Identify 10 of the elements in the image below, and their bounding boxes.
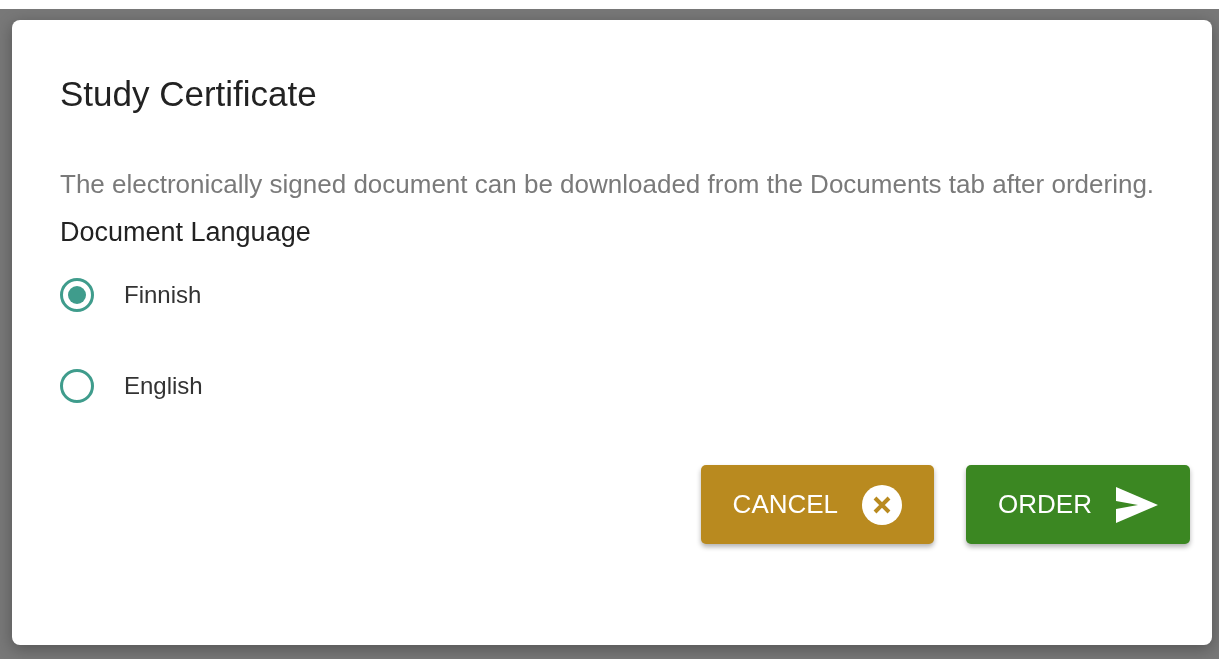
radio-option[interactable]: Finnish [60, 278, 202, 312]
order-button[interactable]: ORDER [966, 465, 1190, 544]
close-icon [862, 484, 903, 525]
language-label: Document Language [60, 216, 312, 249]
dialog-title: Study Certificate [60, 73, 318, 115]
radio-button[interactable] [60, 278, 94, 312]
dialog-description: The electronically signed document can be downloaded from the Documents tab after ordering. [60, 168, 1156, 201]
radio-option[interactable]: English [60, 369, 203, 403]
radio-button[interactable] [60, 369, 94, 403]
send-icon [1116, 486, 1158, 523]
